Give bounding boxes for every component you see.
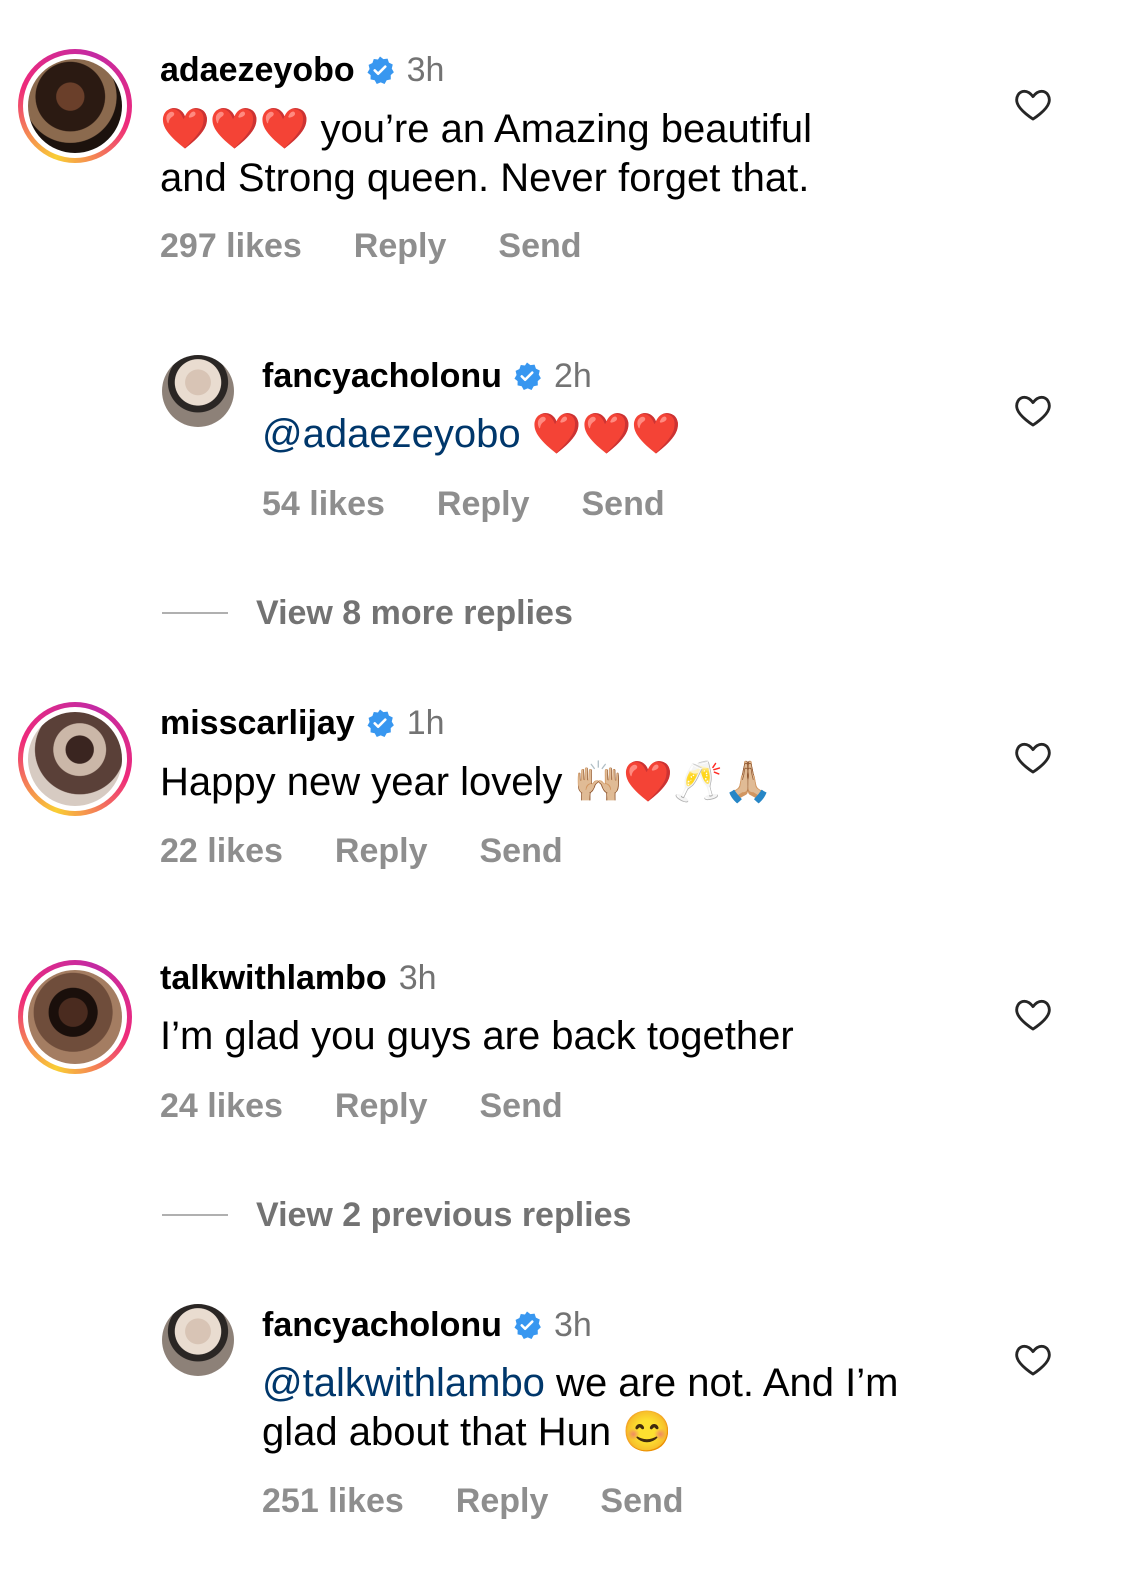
reply-button[interactable]: Reply xyxy=(335,831,428,871)
view-previous-replies-button[interactable]: View 2 previous replies xyxy=(162,1195,631,1235)
emoji-smile: 😊 xyxy=(622,1410,673,1454)
timestamp: 3h xyxy=(398,959,437,997)
comment-text-body: Happy new year lovely xyxy=(160,760,574,804)
comment-actions: 297 likes Reply Send xyxy=(160,226,582,266)
timestamp: 2h xyxy=(553,357,592,395)
comment-header: fancyacholonu 2h xyxy=(262,356,592,396)
divider-line xyxy=(162,1214,228,1216)
likes-count[interactable]: 22 likes xyxy=(160,831,283,871)
reply-button[interactable]: Reply xyxy=(437,484,530,524)
comment-header: misscarlijay 1h xyxy=(160,703,445,743)
comment-text: ❤️❤️❤️ you’re an Amazing beautiful and S… xyxy=(160,105,812,203)
comment-text-line1: you’re an Amazing beautiful xyxy=(309,107,812,151)
likes-count[interactable]: 251 likes xyxy=(262,1481,404,1521)
avatar-misscarlijay[interactable] xyxy=(18,702,132,816)
comment-actions: 54 likes Reply Send xyxy=(262,484,665,524)
comment-header: talkwithlambo 3h xyxy=(160,958,437,998)
send-button[interactable]: Send xyxy=(581,484,664,524)
username[interactable]: fancyacholonu xyxy=(262,1305,502,1345)
heart-outline-icon[interactable] xyxy=(1014,1341,1052,1377)
likes-count[interactable]: 54 likes xyxy=(262,484,385,524)
verified-badge-icon xyxy=(514,1311,541,1340)
comment-header: fancyacholonu 3h xyxy=(262,1305,592,1345)
view-more-replies-button[interactable]: View 8 more replies xyxy=(162,593,573,633)
avatar-fancyacholonu[interactable] xyxy=(162,355,234,427)
reply-button[interactable]: Reply xyxy=(456,1481,549,1521)
username[interactable]: talkwithlambo xyxy=(160,958,387,998)
avatar-fancyacholonu[interactable] xyxy=(162,1304,234,1376)
emoji-sequence: 🙌🏼❤️🥂🙏🏼 xyxy=(573,760,773,804)
verified-badge-icon xyxy=(367,56,394,85)
verified-badge-icon xyxy=(367,709,394,738)
username[interactable]: fancyacholonu xyxy=(262,356,502,396)
timestamp: 3h xyxy=(553,1306,592,1344)
send-button[interactable]: Send xyxy=(498,226,581,266)
avatar-talkwithlambo[interactable] xyxy=(18,960,132,1074)
comment-text: Happy new year lovely 🙌🏼❤️🥂🙏🏼 xyxy=(160,758,773,807)
reply-button[interactable]: Reply xyxy=(335,1086,428,1126)
comment-text-line2: and Strong queen. Never forget that. xyxy=(160,156,810,200)
likes-count[interactable]: 297 likes xyxy=(160,226,302,266)
avatar-adaezeyobo[interactable] xyxy=(18,49,132,163)
comment-actions: 251 likes Reply Send xyxy=(262,1481,684,1521)
mention-link[interactable]: @adaezeyobo xyxy=(262,412,521,456)
comment-text: @adaezeyobo ❤️❤️❤️ xyxy=(262,410,681,459)
heart-outline-icon[interactable] xyxy=(1014,739,1052,775)
emoji-hearts: ❤️❤️❤️ xyxy=(520,412,682,456)
view-previous-replies-label: View 2 previous replies xyxy=(256,1196,632,1234)
heart-outline-icon[interactable] xyxy=(1014,996,1052,1032)
comment-text: I’m glad you guys are back together xyxy=(160,1012,794,1061)
divider-line xyxy=(162,612,228,614)
view-more-replies-label: View 8 more replies xyxy=(256,594,573,632)
comment-actions: 22 likes Reply Send xyxy=(160,831,563,871)
comment-text-body: I’m glad you guys are back together xyxy=(160,1014,794,1058)
likes-count[interactable]: 24 likes xyxy=(160,1086,283,1126)
comment-header: adaezeyobo 3h xyxy=(160,50,444,90)
send-button[interactable]: Send xyxy=(479,1086,562,1126)
heart-outline-icon[interactable] xyxy=(1014,86,1052,122)
comment-actions: 24 likes Reply Send xyxy=(160,1086,563,1126)
verified-badge-icon xyxy=(514,362,541,391)
comment-text: @talkwithlambo we are not. And I’m glad … xyxy=(262,1359,898,1457)
timestamp: 3h xyxy=(406,51,445,89)
send-button[interactable]: Send xyxy=(479,831,562,871)
heart-outline-icon[interactable] xyxy=(1014,392,1052,428)
timestamp: 1h xyxy=(406,704,445,742)
reply-button[interactable]: Reply xyxy=(354,226,447,266)
mention-link[interactable]: @talkwithlambo xyxy=(262,1361,545,1405)
send-button[interactable]: Send xyxy=(600,1481,683,1521)
emoji-hearts: ❤️❤️❤️ xyxy=(160,107,310,151)
comment-text-line1: we are not. And I’m xyxy=(544,1361,899,1405)
username[interactable]: misscarlijay xyxy=(160,703,355,743)
comment-text-line2: glad about that Hun xyxy=(262,1410,623,1454)
username[interactable]: adaezeyobo xyxy=(160,50,355,90)
